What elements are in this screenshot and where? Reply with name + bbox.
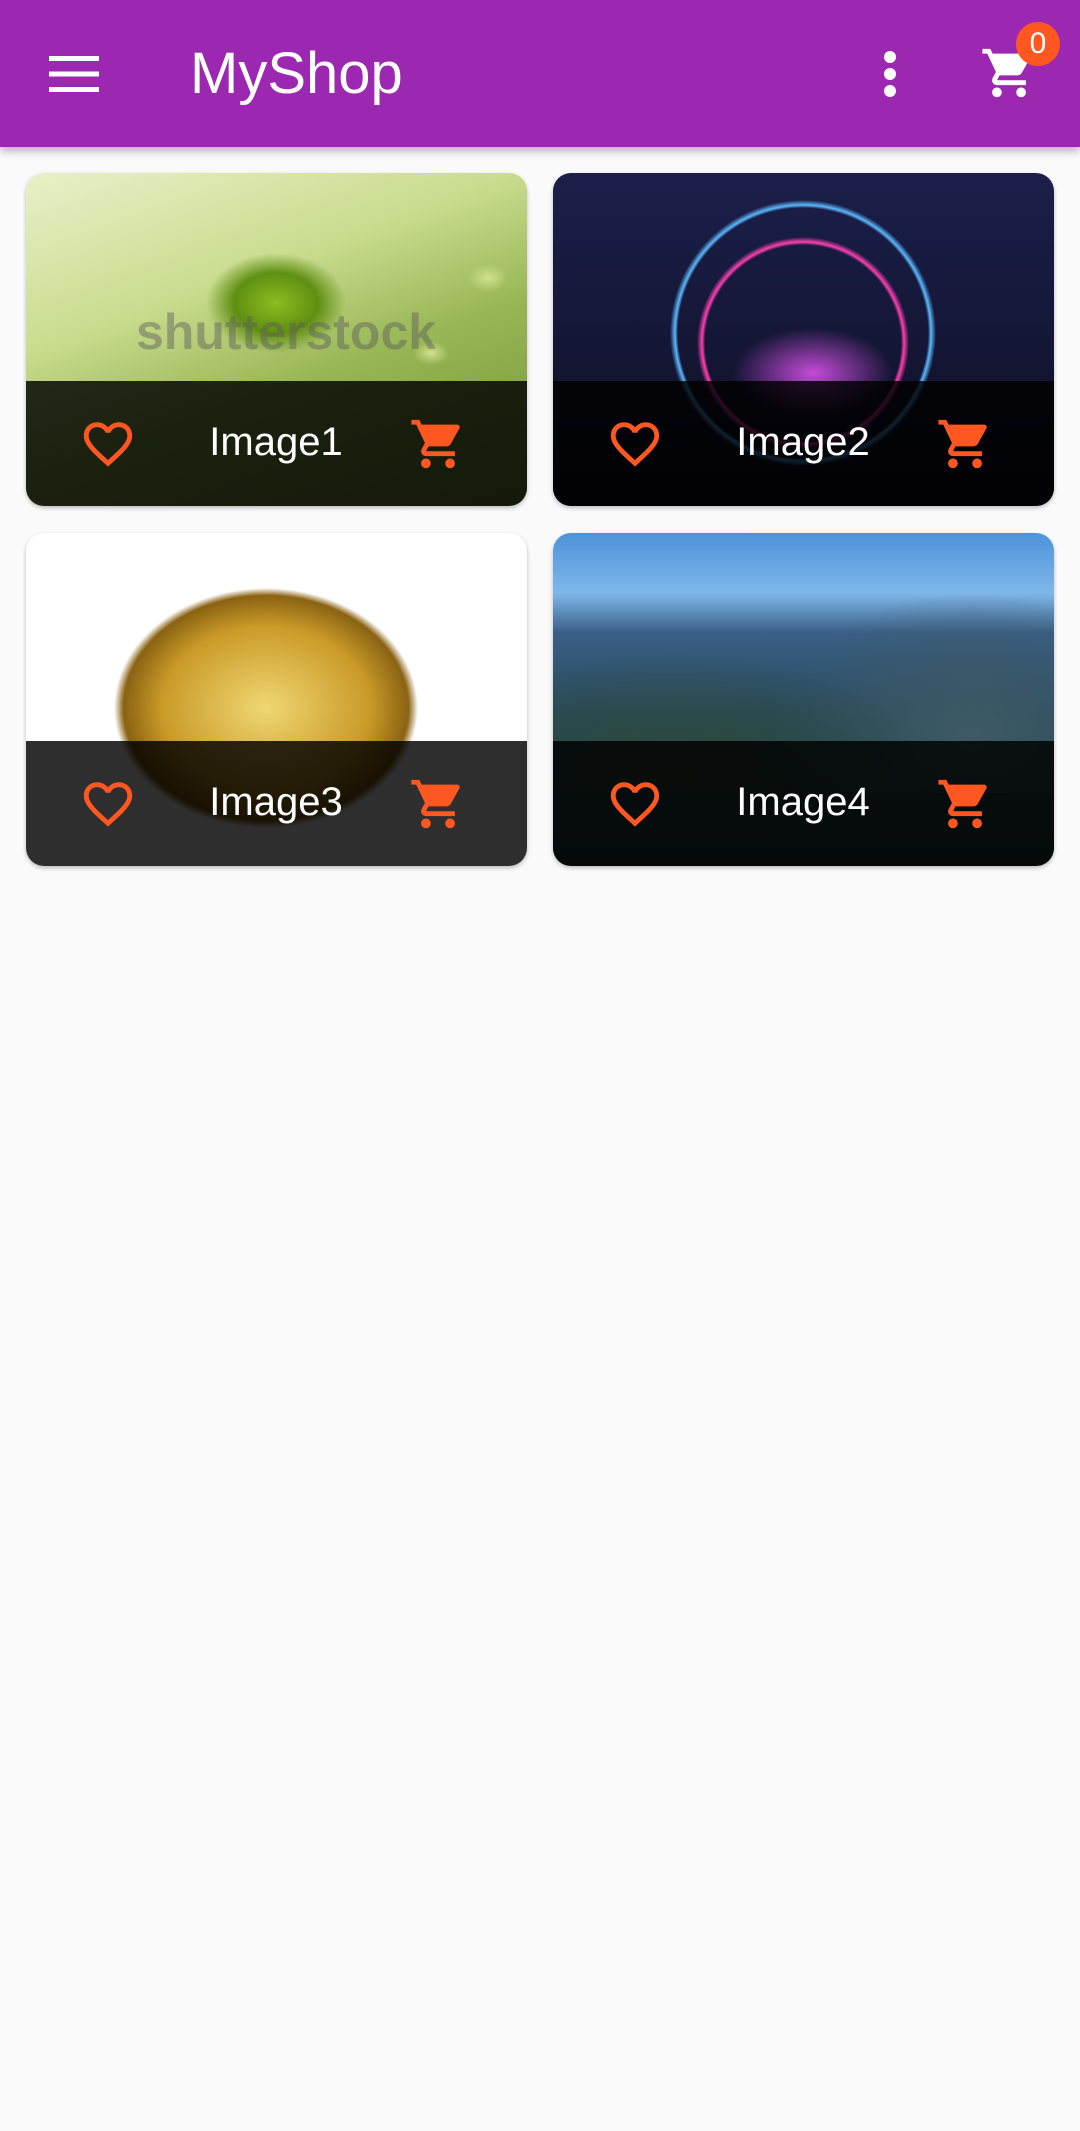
card-footer: Image2 <box>553 381 1054 506</box>
add-to-cart-button[interactable] <box>406 772 470 836</box>
favorite-button[interactable] <box>76 412 140 476</box>
favorite-button[interactable] <box>603 772 667 836</box>
product-grid: shutterstock Image1 Image2 Image3 Image4 <box>0 0 1080 2131</box>
product-title: Image4 <box>736 780 870 824</box>
favorite-button[interactable] <box>76 772 140 836</box>
product-card[interactable]: Image3 <box>26 533 527 866</box>
shopping-cart-icon <box>411 779 460 829</box>
product-card[interactable]: shutterstock Image1 <box>26 173 527 506</box>
app-title: MyShop <box>190 41 403 106</box>
add-to-cart-button[interactable] <box>406 412 470 476</box>
heart-outline-icon <box>610 422 660 467</box>
add-to-cart-button[interactable] <box>933 412 997 476</box>
shopping-cart-icon <box>411 419 460 469</box>
menu-button[interactable] <box>30 32 118 116</box>
add-to-cart-button[interactable] <box>933 772 997 836</box>
product-card[interactable]: Image2 <box>553 173 1054 506</box>
favorite-button[interactable] <box>603 412 667 476</box>
product-title: Image1 <box>209 420 343 464</box>
shopping-cart-icon <box>938 779 987 829</box>
watermark-text: shutterstock <box>136 304 437 360</box>
card-footer: Image3 <box>26 741 527 866</box>
product-card[interactable]: Image4 <box>553 533 1054 866</box>
product-title: Image2 <box>736 420 870 464</box>
heart-outline-icon <box>83 422 133 467</box>
shopping-cart-icon <box>938 419 987 469</box>
cart-count-badge: 0 <box>1016 22 1060 66</box>
hamburger-menu-icon <box>49 56 99 92</box>
overflow-menu-button[interactable] <box>862 30 918 118</box>
app-bar: MyShop 0 <box>0 0 1080 147</box>
card-footer: Image1 <box>26 381 527 506</box>
heart-outline-icon <box>83 782 133 827</box>
product-title: Image3 <box>209 780 343 824</box>
card-footer: Image4 <box>553 741 1054 866</box>
heart-outline-icon <box>610 782 660 827</box>
more-vert-icon <box>884 51 896 97</box>
